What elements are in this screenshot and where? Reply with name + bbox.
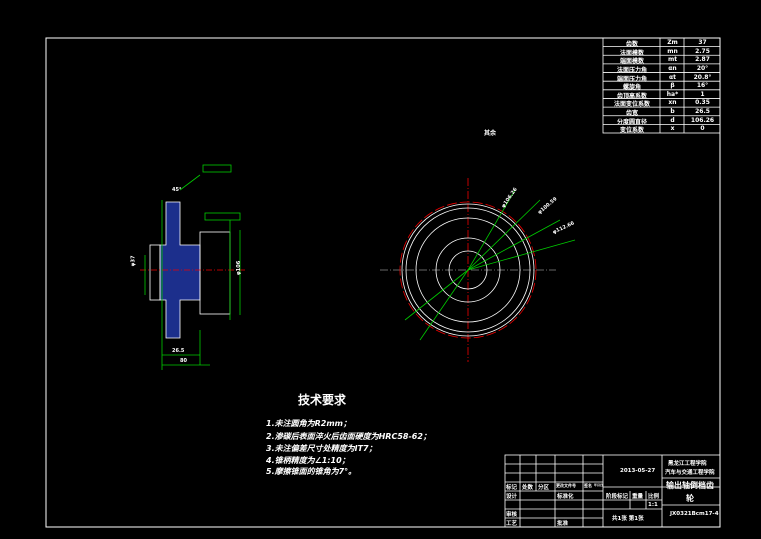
tb-drawing-no: JX0321Bcm17-4 xyxy=(670,511,719,517)
tb-weight: 重量 xyxy=(632,494,644,500)
param-val: 2.75 xyxy=(695,47,710,55)
tb-ymd: 年月日 xyxy=(594,483,604,487)
param-sym: x xyxy=(670,125,675,133)
param-val: 1 xyxy=(700,90,705,98)
dim-left-top: 45° xyxy=(172,187,182,193)
param-sym: mt xyxy=(667,56,678,64)
requirement-item: 4.锥柄精度为∠1:10； xyxy=(266,456,350,465)
requirement-item: 5.摩擦锥面的锥角为7°。 xyxy=(266,467,357,476)
param-val: 2.87 xyxy=(695,56,710,64)
param-val: 26.5 xyxy=(695,108,710,116)
param-sym: Zm xyxy=(667,39,678,46)
tb-approve: 批准 xyxy=(557,521,569,527)
param-val: 20° xyxy=(696,64,709,72)
param-sym: b xyxy=(670,108,675,116)
param-name: 齿宽 xyxy=(625,110,638,118)
param-val: 106.26 xyxy=(690,116,715,124)
gear-section-view xyxy=(140,164,245,370)
param-name: 齿顶高系数 xyxy=(616,92,647,100)
tb-process: 工艺 xyxy=(506,521,518,527)
param-name: 法面模数 xyxy=(619,49,644,57)
param-val: 0.35 xyxy=(695,99,710,107)
tb-standard: 标准化 xyxy=(557,494,574,500)
param-sym: αt xyxy=(669,73,676,81)
param-val: 20.8° xyxy=(693,73,712,81)
dim-left-width: 26.5 xyxy=(172,348,185,354)
tb-scale: 1:1 xyxy=(648,502,658,508)
param-val: 37 xyxy=(698,39,707,46)
tb-stage: 阶段标记 xyxy=(606,494,629,500)
param-name: 端面压力角 xyxy=(616,75,647,83)
param-val: 0 xyxy=(700,125,705,133)
param-name: 端面模数 xyxy=(619,58,644,66)
tb-school: 黑龙江工程学院 xyxy=(668,461,707,467)
tb-sheets: 共1张 第1张 xyxy=(612,516,644,522)
tb-count: 处数 xyxy=(522,485,534,491)
dim-left-od: φ106 xyxy=(236,260,243,276)
param-sym: xn xyxy=(668,99,677,107)
param-name: 分度圆直径 xyxy=(616,118,647,126)
param-name: 螺旋角 xyxy=(622,84,641,92)
tb-sign: 签名 xyxy=(584,483,592,488)
tb-zone: 分区 xyxy=(538,485,550,491)
param-sym: d xyxy=(670,116,675,124)
param-sym: mn xyxy=(667,47,678,55)
param-name: 变位系数 xyxy=(619,127,644,135)
dim-left-bore: φ37 xyxy=(130,255,137,267)
roughness-note: 其余 xyxy=(484,130,497,137)
requirements-title: 技术要求 xyxy=(298,393,347,407)
param-val: 16° xyxy=(696,82,709,90)
tb-scale-label: 比例 xyxy=(648,494,660,500)
tb-mark: 标记 xyxy=(506,485,518,491)
tb-college: 汽车与交通工程学院 xyxy=(665,470,715,476)
param-sym: β xyxy=(670,82,675,90)
param-sym: ha* xyxy=(666,90,679,98)
requirement-item: 3.未注偏差尺寸处精度为IT7； xyxy=(266,444,377,453)
tb-part-name: 输出轴倒档齿 xyxy=(666,481,714,490)
tb-date: 2013-05-27 xyxy=(620,468,656,474)
requirement-item: 1.未注圆角为R2mm； xyxy=(266,419,352,428)
tb-change: 更改文件号 xyxy=(556,483,576,488)
dim-left-total: 80 xyxy=(180,358,187,364)
param-sym: αn xyxy=(668,64,677,72)
tb-design: 设计 xyxy=(506,494,518,500)
tb-review: 审核 xyxy=(506,512,518,518)
tb-part-name-2: 轮 xyxy=(686,494,694,503)
requirement-item: 2.渗碳后表面淬火后齿面硬度为HRC58-62； xyxy=(266,432,431,441)
